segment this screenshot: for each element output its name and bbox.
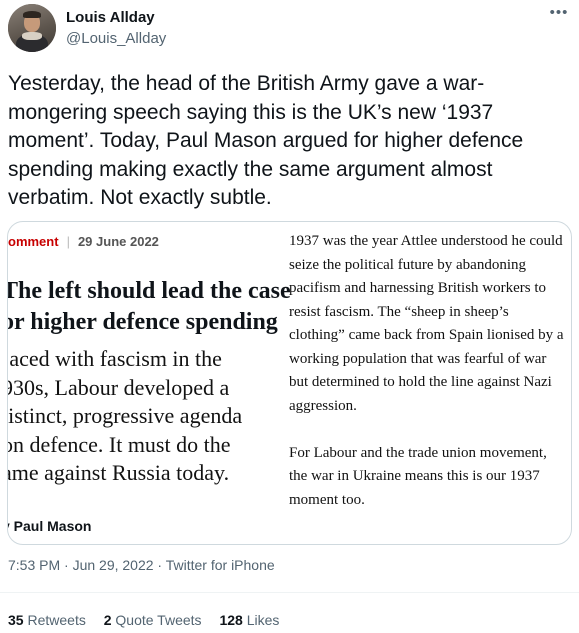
section-label: omment [8,234,59,249]
likes-count: 128 [219,612,243,628]
quote-tweets-stat[interactable]: 2 Quote Tweets [104,612,202,628]
article-headline: The left should lead the case or higher … [7,276,291,338]
tweet-text: Yesterday, the head of the British Army … [8,72,524,209]
article-date: 29 June 2022 [77,234,159,249]
tweet-stats: 35 Retweets 2 Quote Tweets 128 Likes [8,612,293,628]
tweet-header: Louis Allday @Louis_Allday ••• [0,0,579,60]
article-screenshot-image[interactable]: omment | 29 June 2022 The left should lead… [7,221,572,545]
quotes-count: 2 [103,612,112,628]
divider [0,592,579,593]
author-name[interactable]: Louis Allday [66,9,155,26]
article-standfirst: ‘aced with fascism in the 930s, Labour d… [7,345,243,488]
avatar[interactable] [8,4,56,52]
retweets-stat[interactable]: 35 Retweets [8,612,86,628]
headline-line: The left should lead the case [7,278,291,304]
article-body: 1937 was the year Attlee understood he c… [289,230,567,536]
quotes-label: Quote Tweets [115,612,202,628]
more-horizontal-icon[interactable]: ••• [549,5,569,22]
likes-stat[interactable]: 128 Likes [219,612,279,628]
standfirst-line: on defence. It must do the [7,431,231,457]
article-paragraph: 1937 was the year Attlee understood he c… [289,233,564,414]
author-handle[interactable]: @Louis_Allday [66,30,166,47]
article-paragraph: For Labour and the trade union movement,… [289,444,547,508]
meta-divider: | [66,234,70,249]
retweets-label: Retweets [27,612,86,628]
standfirst-line: ‘aced with fascism in the [7,346,222,371]
article-byline: y Paul Mason [7,518,92,534]
likes-label: Likes [246,612,280,628]
standfirst-line: ame against Russia today. [7,460,230,485]
standfirst-line: 930s, Labour developed a [7,374,230,400]
article-left-column: omment | 29 June 2022 The left should lead… [8,222,298,544]
retweets-count: 35 [8,612,24,628]
tweet-timestamp[interactable]: 7:53 PM · Jun 29, 2022 · Twitter for iPh… [8,557,275,573]
headline-line: or higher defence spending [7,309,278,335]
article-meta: omment | 29 June 2022 [8,234,159,249]
standfirst-line: listinct, progressive agenda [7,403,243,428]
